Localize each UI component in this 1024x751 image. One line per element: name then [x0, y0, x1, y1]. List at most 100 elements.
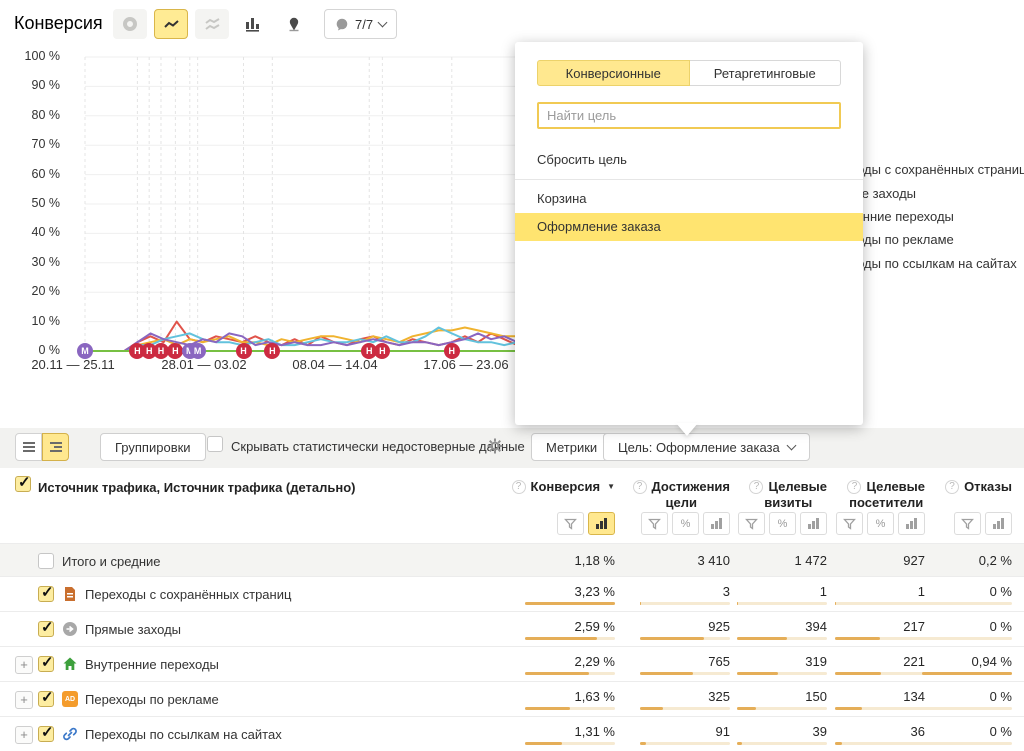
- filter-button[interactable]: [557, 512, 584, 535]
- help-icon[interactable]: ?: [512, 480, 526, 494]
- gear-icon[interactable]: [486, 437, 504, 455]
- groupings-button[interactable]: Группировки: [100, 433, 206, 461]
- link-icon: [62, 726, 78, 742]
- y-axis-tick: 70 %: [8, 137, 60, 151]
- cell-value: 0 %: [990, 619, 1012, 634]
- bars-display-button[interactable]: [898, 512, 925, 535]
- cell-value: 1,63 %: [575, 689, 615, 704]
- dimension-header: Источник трафика, Источник трафика (дета…: [38, 480, 356, 495]
- tree-view-button[interactable]: [42, 433, 69, 461]
- row-checkbox[interactable]: [38, 553, 54, 569]
- bars-display-button[interactable]: [985, 512, 1012, 535]
- cell-value: 925: [708, 619, 730, 634]
- filter-button[interactable]: [738, 512, 765, 535]
- menu-item-cart[interactable]: Корзина: [515, 185, 863, 213]
- cell-value: 150: [805, 689, 827, 704]
- annotation-marker[interactable]: M: [77, 343, 93, 359]
- row-label[interactable]: Прямые заходы: [85, 622, 181, 637]
- x-axis-tick: 08.04 — 14.04: [270, 357, 400, 372]
- cell-value: 0,2 %: [979, 553, 1012, 568]
- row-checkbox[interactable]: [38, 656, 54, 672]
- hide-unreliable-label: Скрывать статистически недостоверные дан…: [231, 439, 525, 454]
- chevron-down-icon: [786, 440, 796, 450]
- bars-display-button[interactable]: [800, 512, 827, 535]
- percent-display-button[interactable]: %: [867, 512, 894, 535]
- table-row: + AD Переходы по рекламе 1,63 % 325 150 …: [0, 682, 1024, 717]
- bars-display-button[interactable]: [588, 512, 615, 535]
- cell-value: 3 410: [697, 553, 730, 568]
- view-mode-switch: [15, 433, 69, 461]
- expand-button[interactable]: +: [15, 691, 33, 709]
- x-axis-tick: 20.11 — 25.11: [8, 357, 138, 372]
- cell-value: 0 %: [990, 689, 1012, 704]
- goal-selector-popup: Конверсионные Ретаргетинговые Сбросить ц…: [515, 42, 863, 425]
- cell-value: 1: [820, 584, 827, 599]
- y-axis-tick: 90 %: [8, 78, 60, 92]
- row-checkbox[interactable]: [38, 726, 54, 742]
- y-axis-tick: 80 %: [8, 108, 60, 122]
- column-header-goal-users[interactable]: ?Целевые посетители: [847, 479, 925, 511]
- y-axis-tick: 10 %: [8, 314, 60, 328]
- table-row-totals: Итого и средние 1,18 % 3 410 1 472 927 0…: [0, 543, 1024, 577]
- column-header-bounces[interactable]: ?Отказы: [945, 479, 1012, 495]
- x-axis-tick: 17.06 — 23.06: [401, 357, 531, 372]
- row-label[interactable]: Переходы с сохранённых страниц: [85, 587, 291, 602]
- annotation-marker[interactable]: M: [190, 343, 206, 359]
- menu-item-reset-goal[interactable]: Сбросить цель: [515, 146, 863, 174]
- expand-button[interactable]: +: [15, 726, 33, 744]
- popup-tail: [676, 423, 698, 436]
- expand-button[interactable]: +: [15, 656, 33, 674]
- y-axis-tick: 50 %: [8, 196, 60, 210]
- goal-search-input[interactable]: [537, 102, 841, 129]
- column-controls-row: % % %: [0, 508, 1024, 542]
- row-label: Итого и средние: [62, 554, 160, 569]
- list-view-button[interactable]: [15, 433, 42, 461]
- saved-pages-icon: [62, 586, 78, 602]
- hide-unreliable-checkbox[interactable]: [207, 436, 223, 452]
- menu-divider: [515, 179, 863, 180]
- list-icon: [23, 442, 35, 452]
- goal-dropdown-button[interactable]: Цель: Оформление заказа: [603, 433, 810, 461]
- annotation-marker[interactable]: H: [236, 343, 252, 359]
- tree-icon: [50, 442, 62, 452]
- menu-item-checkout[interactable]: Оформление заказа: [515, 213, 863, 241]
- internal-icon: [62, 656, 78, 672]
- annotation-marker[interactable]: H: [444, 343, 460, 359]
- cell-value: 3,23 %: [575, 584, 615, 599]
- row-label[interactable]: Переходы по рекламе: [85, 692, 219, 707]
- percent-display-button[interactable]: %: [672, 512, 699, 535]
- ad-icon: AD: [62, 691, 78, 707]
- row-label[interactable]: Переходы по ссылкам на сайтах: [85, 727, 282, 742]
- cell-value: 2,29 %: [575, 654, 615, 669]
- column-header-conversion[interactable]: ? Конверсия▼: [512, 479, 615, 495]
- percent-display-button[interactable]: %: [769, 512, 796, 535]
- cell-value: 1,31 %: [575, 724, 615, 739]
- y-axis-tick: 20 %: [8, 284, 60, 298]
- metrics-button[interactable]: Метрики: [531, 433, 612, 461]
- y-axis-tick: 100 %: [8, 49, 60, 63]
- help-icon[interactable]: ?: [749, 480, 763, 494]
- goal-menu: Сбросить цель Корзина Оформление заказа: [515, 146, 863, 241]
- select-all-checkbox[interactable]: [15, 476, 31, 492]
- cell-value: 0 %: [990, 724, 1012, 739]
- row-checkbox[interactable]: [38, 621, 54, 637]
- column-header-goal-reaches[interactable]: ?Достижения цели: [633, 479, 730, 511]
- cell-value: 765: [708, 654, 730, 669]
- row-checkbox[interactable]: [38, 691, 54, 707]
- row-label[interactable]: Внутренние переходы: [85, 657, 219, 672]
- filter-button[interactable]: [836, 512, 863, 535]
- cell-value: 319: [805, 654, 827, 669]
- filter-button[interactable]: [954, 512, 981, 535]
- row-checkbox[interactable]: [38, 586, 54, 602]
- help-icon[interactable]: ?: [847, 480, 861, 494]
- help-icon[interactable]: ?: [945, 480, 959, 494]
- goal-popup-tabs: Конверсионные Ретаргетинговые: [537, 60, 841, 86]
- help-icon[interactable]: ?: [633, 480, 647, 494]
- column-header-goal-visits[interactable]: ?Целевые визиты: [749, 479, 827, 511]
- cell-value: 2,59 %: [575, 619, 615, 634]
- bars-display-button[interactable]: [703, 512, 730, 535]
- table-row: Прямые заходы 2,59 % 925 394 217 0 %: [0, 612, 1024, 647]
- filter-button[interactable]: [641, 512, 668, 535]
- tab-retargeting-goals[interactable]: Ретаргетинговые: [690, 60, 842, 86]
- tab-conversion-goals[interactable]: Конверсионные: [537, 60, 690, 86]
